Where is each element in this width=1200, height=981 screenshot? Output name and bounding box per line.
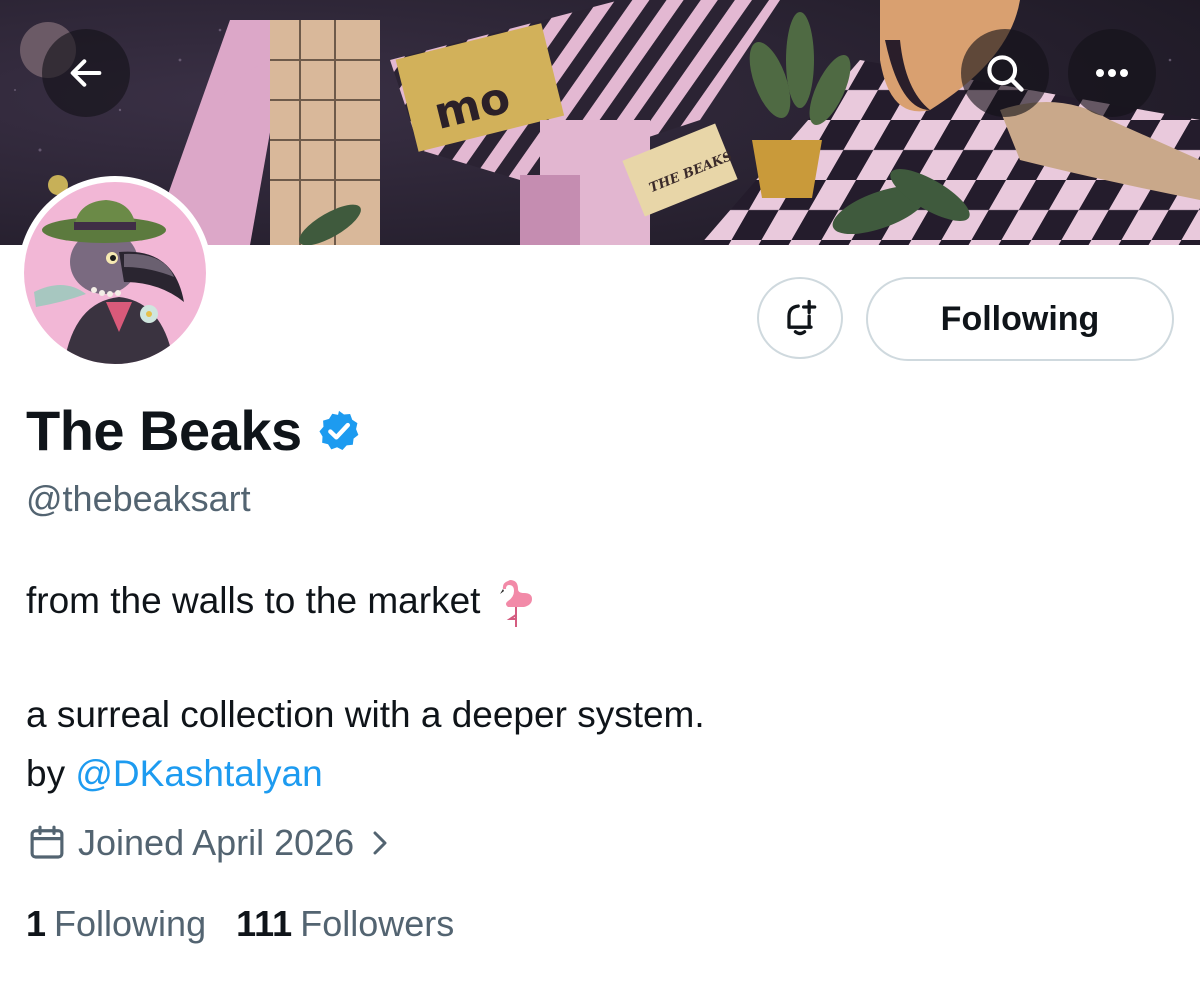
following-label: Following xyxy=(54,903,207,944)
creator-mention-link[interactable]: @DKashtalyan xyxy=(75,753,322,794)
profile-handle: @thebeaksart xyxy=(26,478,251,519)
following-count: 1 xyxy=(26,903,47,944)
followers-count: 111 xyxy=(236,903,293,944)
bio-line-3: by @DKashtalyan xyxy=(26,753,323,795)
profile-name-row: The Beaks xyxy=(26,398,362,463)
verified-badge-icon[interactable] xyxy=(316,408,362,454)
flamingo-emoji-icon xyxy=(494,575,538,627)
calendar-icon xyxy=(26,822,68,864)
followers-label: Followers xyxy=(300,903,455,944)
search-button[interactable] xyxy=(961,29,1049,117)
search-icon xyxy=(987,55,1024,92)
chevron-right-icon xyxy=(370,828,390,858)
more-options-button[interactable] xyxy=(1068,29,1156,117)
more-horizontal-icon xyxy=(1096,69,1128,77)
joined-date-row[interactable]: Joined April 2026 xyxy=(26,822,390,864)
notifications-button[interactable] xyxy=(757,277,843,359)
following-count-link[interactable]: 1 Following xyxy=(26,903,206,945)
follow-stats: 1 Following 111 Followers xyxy=(26,903,484,945)
profile-avatar[interactable] xyxy=(18,176,212,370)
bio-by-text: by xyxy=(26,753,76,794)
back-button[interactable] xyxy=(42,29,130,117)
bio-text: from the walls to the market xyxy=(26,580,481,621)
display-name: The Beaks xyxy=(26,399,302,462)
following-button[interactable]: Following xyxy=(866,277,1174,361)
bell-plus-icon xyxy=(787,299,817,336)
followers-count-link[interactable]: 111 Followers xyxy=(236,903,454,945)
joined-date-text: Joined April 2026 xyxy=(78,822,355,863)
bio-line-2: a surreal collection with a deeper syste… xyxy=(26,694,705,735)
avatar-illustration xyxy=(24,182,206,364)
arrow-left-icon xyxy=(70,59,102,87)
bio-line-1: from the walls to the market xyxy=(26,575,538,627)
